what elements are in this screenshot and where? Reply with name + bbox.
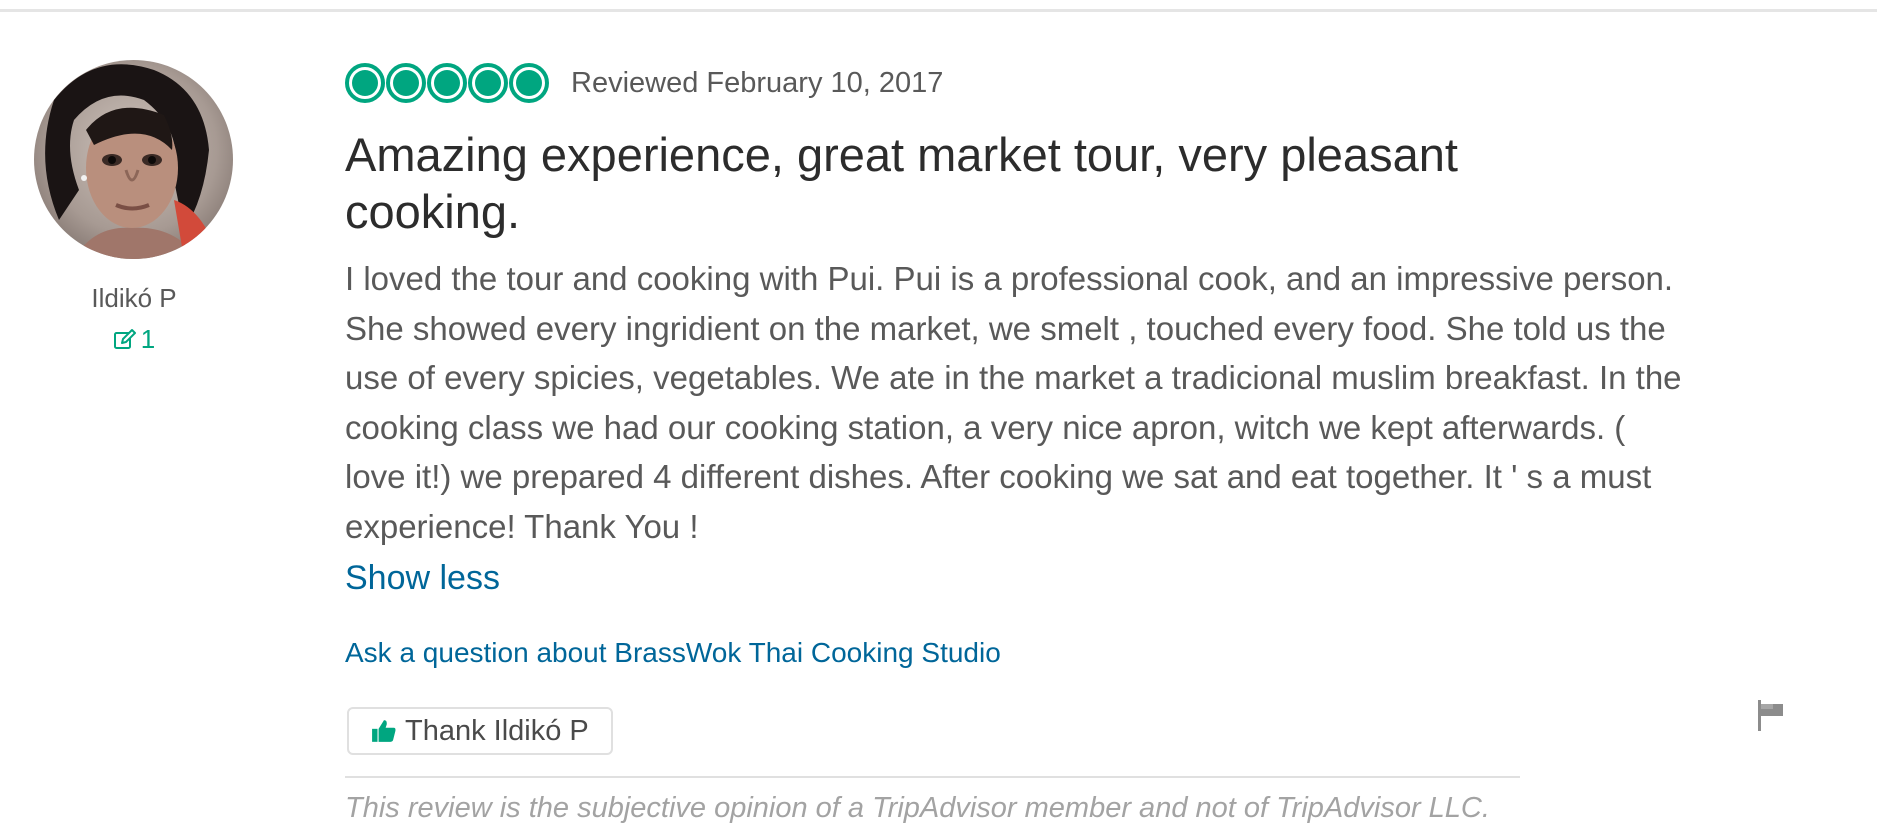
flag-icon[interactable] [1755,698,1789,732]
disclaimer-divider [345,776,1520,778]
review-body: I loved the tour and cooking with Pui. P… [345,260,1682,545]
top-divider [0,9,1877,12]
review-date: Reviewed February 10, 2017 [571,66,944,99]
thank-button[interactable]: Thank Ildikó P [347,707,613,755]
rating-bubble-icon [427,63,467,103]
contributions-label: 1 [140,324,156,354]
member-info: Ildikó P 1 [34,60,234,357]
member-avatar[interactable] [34,60,233,259]
rating-row: Reviewed February 10, 2017 [345,58,1685,108]
rating-bubble-icon [386,63,426,103]
review-disclaimer: This review is the subjective opinion of… [345,792,1490,824]
rating-bubbles [345,63,549,103]
member-name[interactable]: Ildikó P [34,283,234,314]
ask-question-link[interactable]: Ask a question about BrassWok Thai Cooki… [345,633,1685,673]
contributions-count[interactable]: 1 [113,324,155,355]
rating-bubble-icon [468,63,508,103]
thank-button-label: Thank Ildikó P [405,714,589,747]
rating-bubble-icon [509,63,549,103]
avatar-photo [34,60,233,259]
review-card: Reviewed February 10, 2017 Amazing exper… [345,58,1685,755]
pencil-edit-icon [113,328,136,349]
show-less-link[interactable]: Show less [345,553,1685,603]
review-title: Amazing experience, great market tour, v… [345,128,1458,238]
thumbs-up-icon [372,720,396,742]
rating-bubble-icon [345,63,385,103]
